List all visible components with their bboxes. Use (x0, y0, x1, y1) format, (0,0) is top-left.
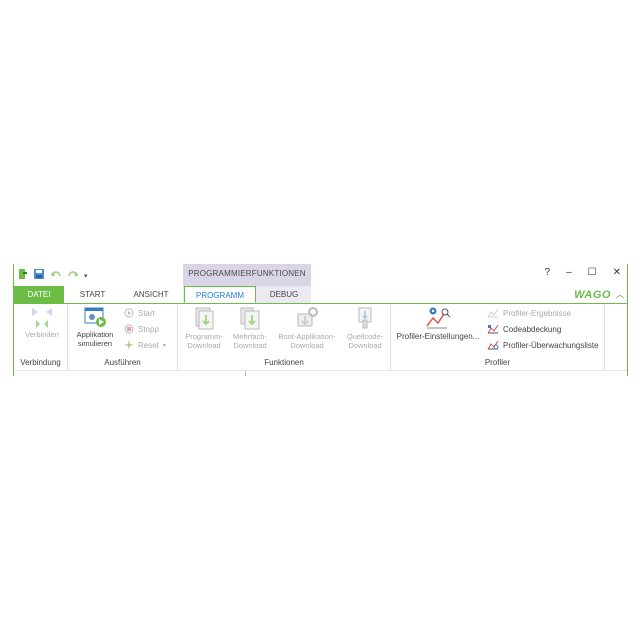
title-bar: ▾ PROGRAMMIERFUNKTIONEN ? – ☐ ✕ (14, 264, 627, 286)
connect-icon (32, 308, 52, 328)
group-profiler: Profiler-Einstellungen... Profiler-Ergeb… (391, 304, 605, 370)
save-icon[interactable] (33, 267, 45, 285)
tab-ansicht[interactable]: ANSICHT (126, 286, 176, 303)
group-label-verbindung: Verbindung (20, 358, 61, 367)
start-button[interactable]: Start (124, 308, 155, 318)
application-window: ▾ PROGRAMMIERFUNKTIONEN ? – ☐ ✕ DATEI ST… (13, 264, 628, 376)
profiler-watchlist-label: Profiler-Überwachungsliste (503, 340, 599, 350)
connect-button[interactable]: Verbinden (18, 306, 66, 339)
boot-download-icon (297, 307, 318, 327)
stop-label: Stopp (138, 324, 159, 334)
source-code-download-button[interactable]: Quellcode-Download (342, 306, 388, 350)
program-download-label: Programm-Download (185, 332, 223, 350)
reset-button[interactable]: Reset ▾ (124, 340, 166, 350)
program-download-button[interactable]: Programm-Download (182, 306, 226, 350)
start-icon (124, 308, 134, 318)
profiler-settings-icon (426, 307, 451, 329)
reset-dropdown-icon[interactable]: ▾ (163, 342, 166, 349)
group-label-ausfuehren: Ausführen (104, 358, 141, 367)
profiler-results-icon (487, 308, 499, 318)
group-verbindung: Verbinden Verbindung (14, 304, 68, 370)
splitter-mark (245, 371, 246, 376)
collapse-ribbon-icon[interactable]: ︿ (616, 289, 624, 300)
app-icon[interactable] (18, 267, 28, 285)
customize-icon[interactable]: ▾ (84, 272, 88, 280)
profiler-settings-button[interactable]: Profiler-Einstellungen... (394, 306, 482, 341)
group-funktionen: Programm-Download Mehrfach-Download Boot… (178, 304, 391, 370)
tab-debug[interactable]: DEBUG (260, 286, 308, 303)
reset-icon (124, 340, 134, 350)
start-label: Start (138, 308, 155, 318)
tab-start[interactable]: START (70, 286, 115, 303)
maximize-icon[interactable]: ☐ (588, 267, 597, 278)
simulate-application-button[interactable]: Applikation simulieren (72, 306, 118, 348)
close-icon[interactable]: ✕ (613, 267, 621, 278)
ribbon-tabs: DATEI START ANSICHT PROGRAMM DEBUG WAGO … (14, 286, 627, 304)
redo-icon[interactable] (67, 267, 79, 285)
ribbon: Verbinden Verbindung Applikation simulie… (14, 304, 627, 370)
wago-logo: WAGO (574, 289, 611, 301)
multi-download-button[interactable]: Mehrfach-Download (228, 306, 272, 350)
code-coverage-icon (487, 324, 499, 334)
help-icon[interactable]: ? (545, 267, 551, 278)
quick-access-toolbar: ▾ (18, 267, 88, 285)
ribbon-bottom-border (14, 370, 627, 371)
reset-label: Reset (138, 340, 159, 350)
profiler-settings-label: Profiler-Einstellungen... (396, 332, 480, 341)
window-controls: ? – ☐ ✕ (545, 267, 621, 278)
program-download-icon (195, 307, 214, 330)
boot-application-download-button[interactable]: Boot-Applikation-Download (274, 306, 340, 350)
tab-datei[interactable]: DATEI (14, 286, 64, 303)
code-coverage-button[interactable]: Codeabdeckung (487, 324, 561, 334)
group-ausfuehren: Applikation simulieren Start Stopp Reset… (68, 304, 178, 370)
group-label-funktionen: Funktionen (264, 358, 304, 367)
multi-download-label: Mehrfach-Download (233, 332, 267, 350)
profiler-results-label: Profiler-Ergebnisse (503, 308, 572, 318)
stop-button[interactable]: Stopp (124, 324, 159, 334)
profiler-watchlist-icon (487, 340, 499, 350)
profiler-results-button[interactable]: Profiler-Ergebnisse (487, 308, 571, 318)
simulate-icon (84, 307, 106, 327)
stop-icon (124, 324, 134, 334)
simulate-label: Applikation simulieren (76, 330, 114, 348)
context-tab-header: PROGRAMMIERFUNKTIONEN (183, 264, 311, 286)
minimize-icon[interactable]: – (566, 267, 572, 278)
boot-download-label: Boot-Applikation-Download (278, 332, 336, 350)
connect-label: Verbinden (25, 330, 59, 339)
source-download-icon (358, 307, 372, 329)
profiler-watchlist-button[interactable]: Profiler-Überwachungsliste (487, 340, 599, 350)
group-label-profiler: Profiler (484, 358, 511, 367)
multi-download-icon (240, 307, 260, 330)
tab-programm[interactable]: PROGRAMM (184, 286, 256, 303)
code-coverage-label: Codeabdeckung (503, 324, 562, 334)
source-download-label: Quellcode-Download (346, 332, 384, 350)
undo-icon[interactable] (50, 267, 62, 285)
